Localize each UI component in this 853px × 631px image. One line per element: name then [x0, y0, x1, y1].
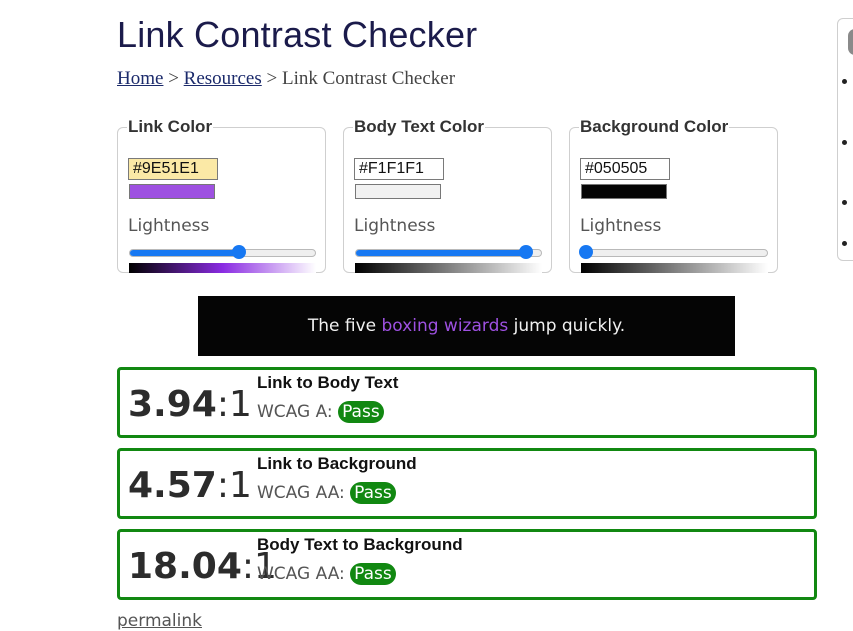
contrast-ratio-value: 18.04: [128, 546, 242, 587]
breadcrumb-separator: >: [168, 68, 179, 89]
background-lightness-slider[interactable]: [578, 245, 768, 259]
wcag-level: WCAG AA: Pass: [257, 482, 396, 504]
breadcrumb-separator: >: [266, 68, 278, 89]
side-bullet-icon: [842, 79, 847, 84]
side-bullet-icon: [842, 140, 847, 145]
body-text-lightness-slider-thumb[interactable]: [519, 245, 534, 259]
background-color-swatch[interactable]: [581, 184, 667, 199]
body-text-lightness-gradient: [355, 263, 542, 273]
permalink-link[interactable]: permalink: [117, 611, 202, 631]
result-link-to-background: 4.57:1 Link to Background WCAG AA: Pass: [117, 448, 817, 519]
preview-text-before: The five: [307, 316, 382, 336]
link-color-picker: Link Color Lightness: [117, 117, 326, 273]
wcag-level: WCAG A: Pass: [257, 401, 384, 423]
breadcrumb-resources-link[interactable]: Resources: [184, 68, 262, 89]
result-title: Body Text to Background: [257, 535, 463, 554]
link-lightness-slider-thumb[interactable]: [232, 245, 247, 259]
background-color-hex-input[interactable]: [580, 158, 670, 180]
side-card: [837, 18, 853, 261]
result-title: Link to Background: [257, 454, 417, 473]
link-color-hex-input[interactable]: [128, 158, 218, 180]
body-text-lightness-label: Lightness: [354, 216, 436, 236]
preview-text-after: jump quickly.: [508, 316, 626, 336]
contrast-ratio-value: 3.94: [128, 384, 217, 425]
body-text-lightness-slider-fill: [356, 250, 527, 256]
side-card-icon: [848, 29, 853, 55]
link-lightness-slider[interactable]: [129, 245, 316, 259]
wcag-label: WCAG AA:: [257, 564, 345, 584]
contrast-ratio: 18.04:1: [128, 546, 277, 587]
side-bullet-icon: [842, 200, 847, 205]
breadcrumb: Home > Resources > Link Contrast Checker: [117, 68, 455, 90]
link-color-swatch[interactable]: [129, 184, 215, 199]
contrast-ratio-suffix: :1: [216, 465, 252, 506]
body-text-lightness-slider[interactable]: [355, 245, 542, 259]
wcag-label: WCAG A:: [257, 402, 333, 422]
background-color-legend: Background Color: [580, 117, 729, 136]
link-color-legend: Link Color: [128, 117, 213, 136]
wcag-label: WCAG AA:: [257, 483, 345, 503]
result-body-to-background: 18.04:1 Body Text to Background WCAG AA:…: [117, 529, 817, 600]
status-badge: Pass: [338, 401, 384, 423]
background-lightness-slider-thumb[interactable]: [578, 245, 593, 259]
status-badge: Pass: [350, 482, 396, 504]
background-lightness-gradient: [581, 263, 768, 273]
status-badge: Pass: [350, 563, 396, 585]
breadcrumb-home-link[interactable]: Home: [117, 68, 163, 89]
breadcrumb-current: Link Contrast Checker: [281, 68, 456, 89]
contrast-ratio-value: 4.57: [128, 465, 217, 506]
result-link-to-body: 3.94:1 Link to Body Text WCAG A: Pass: [117, 367, 817, 438]
preview-link-text: boxing wizards: [381, 316, 509, 336]
background-lightness-label: Lightness: [580, 216, 662, 236]
contrast-preview: The five boxing wizards jump quickly.: [198, 296, 735, 356]
body-text-color-legend: Body Text Color: [354, 117, 485, 136]
contrast-ratio: 3.94:1: [128, 384, 252, 425]
contrast-ratio: 4.57:1: [128, 465, 252, 506]
body-text-color-picker: Body Text Color Lightness: [343, 117, 552, 273]
link-lightness-gradient: [129, 263, 316, 273]
result-title: Link to Body Text: [257, 373, 399, 392]
side-bullet-icon: [842, 241, 847, 246]
wcag-level: WCAG AA: Pass: [257, 563, 396, 585]
link-lightness-label: Lightness: [128, 216, 210, 236]
link-lightness-slider-fill: [130, 250, 240, 256]
contrast-ratio-suffix: :1: [216, 384, 252, 425]
background-color-picker: Background Color Lightness: [569, 117, 778, 273]
body-text-color-hex-input[interactable]: [354, 158, 444, 180]
page-title: Link Contrast Checker: [117, 14, 478, 55]
body-text-color-swatch[interactable]: [355, 184, 441, 199]
